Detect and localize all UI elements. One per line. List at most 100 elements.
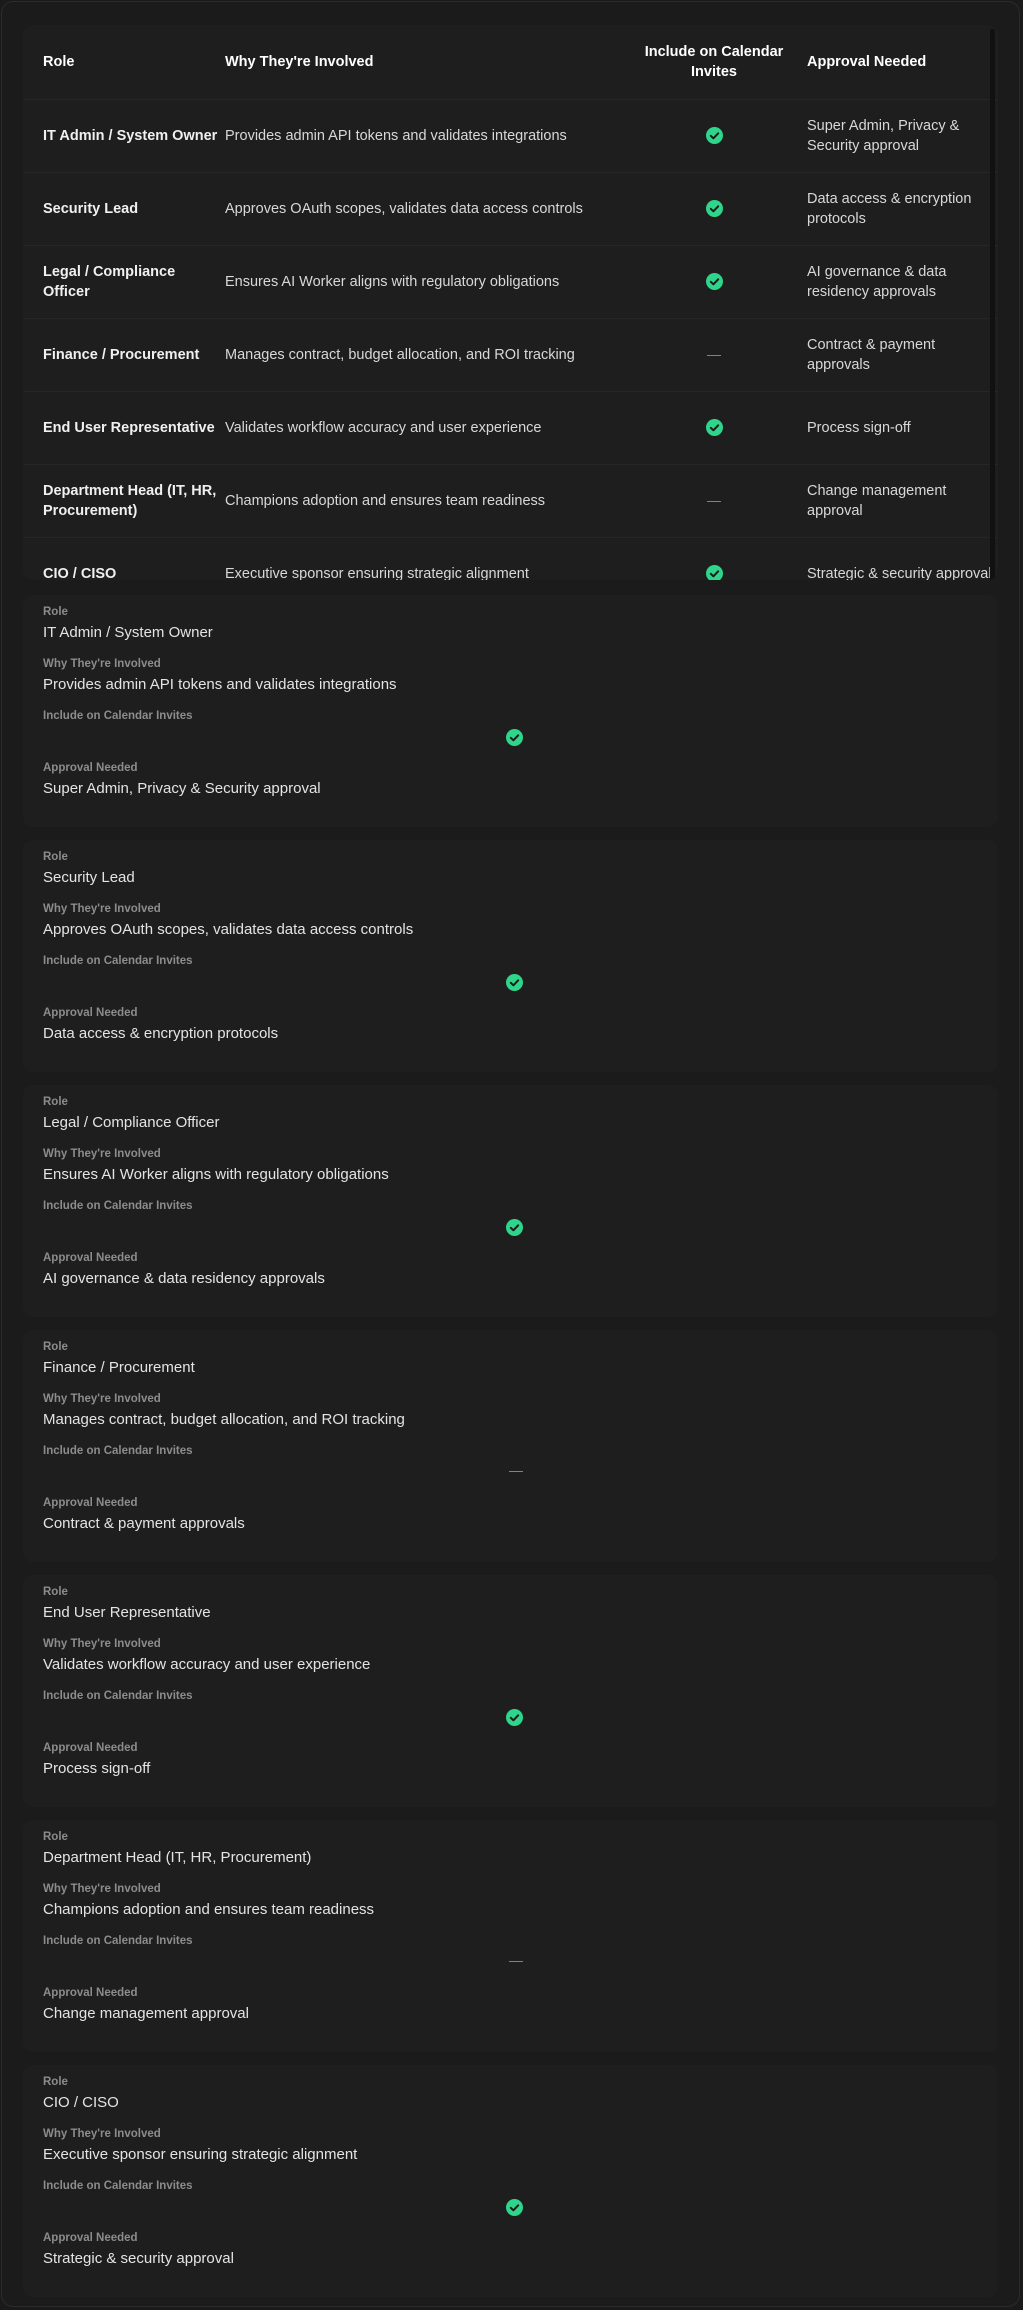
check-icon [705,419,723,437]
row-why: Approves OAuth scopes, validates data ac… [225,200,583,217]
card-label-approval: Approval Needed [43,1742,138,1754]
card-label-approval: Approval Needed [43,1987,138,1999]
column-header-role: Role [43,53,75,70]
card-label-calendar: Include on Calendar Invites [43,1445,193,1457]
card-label-calendar: Include on Calendar Invites [43,1200,193,1212]
stakeholder-card: Role Department Head (IT, HR, Procuremen… [23,1820,998,2052]
card-label-role: Role [43,2076,68,2088]
row-role: IT Admin / System Owner [43,127,218,144]
card-value-calendar: — [43,1952,978,1986]
table-scrollbar[interactable] [990,29,995,580]
row-why: Manages contract, budget allocation, and… [225,346,575,363]
card-label-role: Role [43,1096,68,1108]
check-icon [705,200,723,218]
card-label-approval: Approval Needed [43,762,138,774]
card-label-approval: Approval Needed [43,2232,138,2244]
card-label-why: Why They're Involved [43,1393,161,1405]
stakeholder-card: Role Finance / Procurement Why They're I… [23,1330,998,1562]
card-value-role: IT Admin / System Owner [43,624,213,641]
card-label-role: Role [43,606,68,618]
card-label-why: Why They're Involved [43,1883,161,1895]
card-value-why: Approves OAuth scopes, validates data ac… [43,921,414,938]
card-label-why: Why They're Involved [43,1638,161,1650]
stakeholder-table-panel: Role Why They're Involved Include on Cal… [23,25,998,580]
row-approval: Data access & encryption protocols [807,190,972,227]
card-value-calendar [43,727,978,761]
column-header-approval: Approval Needed [807,53,927,70]
table-row: CIO / CISO Executive sponsor ensuring st… [23,537,998,580]
dash-icon: — [509,1952,523,1968]
card-label-why: Why They're Involved [43,1148,161,1160]
row-approval: Contract & payment approvals [807,336,936,373]
card-label-role: Role [43,1831,68,1843]
card-value-approval: Strategic & security approval [43,2250,234,2267]
card-value-calendar [43,1707,978,1741]
row-calendar [634,245,794,318]
row-role: End User Representative [43,419,215,436]
row-calendar: — [634,318,794,391]
row-why: Ensures AI Worker aligns with regulatory… [225,273,560,290]
card-label-approval: Approval Needed [43,1252,138,1264]
dash-icon: — [707,346,721,362]
card-label-calendar: Include on Calendar Invites [43,955,193,967]
card-label-calendar: Include on Calendar Invites [43,710,193,722]
table-row: Legal / Compliance Officer Ensures AI Wo… [23,245,998,318]
table-body: IT Admin / System Owner Provides admin A… [23,99,998,580]
stakeholder-card: Role End User Representative Why They're… [23,1575,998,1807]
dash-icon: — [707,492,721,508]
row-role: Finance / Procurement [43,346,200,363]
card-label-role: Role [43,1341,68,1353]
row-role: CIO / CISO [43,565,117,580]
card-value-why: Executive sponsor ensuring strategic ali… [43,2146,358,2163]
card-value-calendar [43,2197,978,2231]
table-row: IT Admin / System Owner Provides admin A… [23,99,998,172]
card-label-why: Why They're Involved [43,658,161,670]
table-header-row: Role Why They're Involved Include on Cal… [23,25,998,99]
card-value-approval: Data access & encryption protocols [43,1025,279,1042]
card-value-approval: Contract & payment approvals [43,1515,245,1532]
stakeholder-card: Role IT Admin / System Owner Why They're… [23,595,998,827]
card-value-calendar: — [43,1462,978,1496]
card-label-calendar: Include on Calendar Invites [43,1690,193,1702]
row-calendar [634,99,794,172]
row-approval: AI governance & data residency approvals [807,263,947,300]
card-value-approval: Change management approval [43,2005,249,2022]
stakeholder-card: Role Legal / Compliance Officer Why They… [23,1085,998,1317]
card-value-why: Validates workflow accuracy and user exp… [43,1656,371,1673]
stakeholder-card: Role CIO / CISO Why They're Involved Exe… [23,2065,998,2297]
row-approval: Process sign-off [807,419,911,436]
row-approval: Strategic & security approval [807,565,992,580]
dash-icon: — [509,1462,523,1478]
column-header-calendar: Include on Calendar Invites [644,43,784,80]
card-value-calendar [43,1217,978,1251]
table-row: Finance / Procurement Manages contract, … [23,318,998,391]
card-value-calendar [43,972,978,1006]
card-label-why: Why They're Involved [43,2128,161,2140]
card-label-why: Why They're Involved [43,903,161,915]
stakeholder-card: Role Security Lead Why They're Involved … [23,840,998,1072]
row-calendar [634,537,794,580]
card-value-role: Legal / Compliance Officer [43,1114,220,1131]
card-label-role: Role [43,851,68,863]
card-value-role: Security Lead [43,869,135,886]
card-value-role: Finance / Procurement [43,1359,195,1376]
card-value-why: Provides admin API tokens and validates … [43,676,397,693]
check-icon [705,127,723,145]
check-icon [705,565,723,580]
card-value-approval: Super Admin, Privacy & Security approval [43,780,321,797]
card-value-approval: AI governance & data residency approvals [43,1270,325,1287]
stakeholder-cards: Role IT Admin / System Owner Why They're… [23,595,998,2310]
card-label-calendar: Include on Calendar Invites [43,2180,193,2192]
row-role: Security Lead [43,200,139,217]
card-label-approval: Approval Needed [43,1007,138,1019]
card-label-calendar: Include on Calendar Invites [43,1935,193,1947]
check-icon [506,1709,523,1726]
row-role: Legal / Compliance Officer [43,263,176,300]
card-value-role: Department Head (IT, HR, Procurement) [43,1849,312,1866]
column-header-why: Why They're Involved [225,53,374,70]
row-why: Champions adoption and ensures team read… [225,492,546,509]
card-value-approval: Process sign-off [43,1760,151,1777]
row-calendar [634,172,794,245]
row-why: Provides admin API tokens and validates … [225,127,567,144]
row-why: Validates workflow accuracy and user exp… [225,419,542,436]
